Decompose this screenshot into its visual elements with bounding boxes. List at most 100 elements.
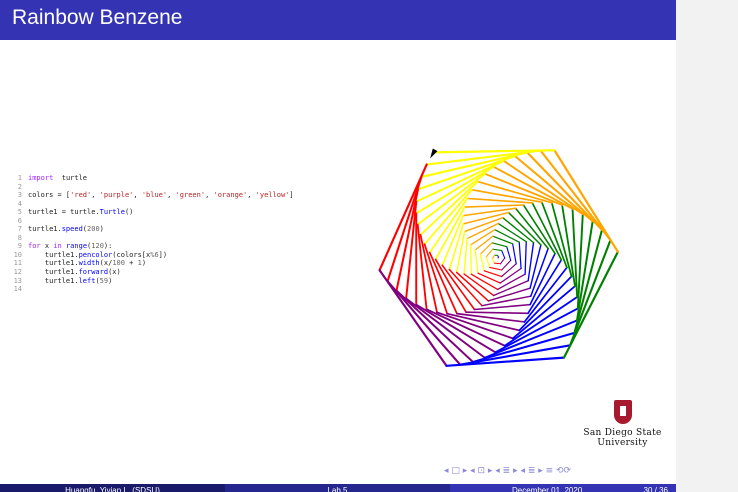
spiral-segment [501, 250, 506, 259]
code-line-number: 2 [17, 182, 22, 191]
code-token: ) [99, 225, 104, 234]
code-token: x [40, 242, 54, 251]
code-line-number: 11 [13, 259, 22, 268]
code-token: , [205, 191, 214, 200]
code-line: 6 [10, 217, 294, 226]
code-token: 100 [112, 259, 125, 268]
spiral-segment [485, 248, 494, 258]
code-line: 8 [10, 234, 294, 243]
code-token: + [124, 259, 138, 268]
code-token: turtle1. [28, 250, 79, 259]
code-token: Turtle [99, 208, 125, 217]
code-token: 200 [87, 225, 100, 234]
spiral-segment [492, 248, 503, 252]
code-token: , [91, 191, 100, 200]
code-token: range [61, 242, 88, 251]
spiral-segment [511, 285, 576, 340]
code-line-number: 9 [17, 242, 22, 251]
code-line-number: 3 [17, 191, 22, 200]
code-token: forward [78, 268, 109, 277]
spiral-segment [416, 154, 516, 191]
code-token: 'yellow' [255, 191, 290, 200]
code-token: turtle1 = turtle. [28, 208, 100, 217]
code-token: 'purple' [99, 191, 134, 200]
code-line-number: 4 [17, 199, 22, 208]
code-line-number: 7 [17, 225, 22, 234]
spiral-segment [491, 258, 495, 264]
spiral-segment [455, 230, 466, 274]
spiral-segment [455, 271, 490, 302]
spiral-segment [499, 257, 506, 265]
turtle-spiral-drawing [378, 148, 619, 367]
code-token: , [167, 191, 176, 200]
logo-line2: University [597, 438, 648, 448]
spiral-segment [416, 223, 428, 311]
code-line: 12 turtle1.forward(x) [10, 268, 294, 277]
code-token: %6 [150, 250, 159, 259]
code-token: left [78, 276, 96, 285]
code-token: ) [108, 276, 113, 285]
code-line: 2 [10, 183, 294, 192]
spiral-segment [378, 163, 428, 272]
spiral-segment [419, 180, 479, 236]
spiral-segment [524, 241, 527, 275]
spiral-segment [499, 267, 522, 284]
spiral-segment [506, 246, 512, 261]
footer-date-page: December 01, 2020 30 / 36 [450, 484, 676, 492]
code-line-number: 8 [17, 233, 22, 242]
code-token: ) [141, 259, 147, 268]
code-token: , [133, 191, 142, 200]
code-token: ] [289, 191, 294, 200]
code-token: , [247, 191, 256, 200]
footer-author: Huangfu, Yiyian L. (SDSU) [0, 484, 225, 492]
university-logo: San Diego State University [575, 400, 670, 448]
code-token: turtle [53, 174, 88, 182]
footer: Huangfu, Yiyian L. (SDSU) Lab 5 December… [0, 484, 676, 492]
code-line: 1 import turtle [10, 174, 294, 183]
spiral-segment [378, 269, 448, 367]
beamer-navigation-icons[interactable]: ◂ □ ▸ ◂ ⊡ ▸ ◂ ≣ ▸ ◂ ≣ ▸ ≡ ⟲⟳ [444, 466, 571, 476]
code-token: turtle1. [28, 225, 62, 234]
spiral-segment [465, 311, 529, 315]
footer-page: 30 / 36 [643, 486, 668, 492]
code-line-number: 12 [13, 268, 22, 277]
spiral-segment [512, 243, 517, 265]
spiral-segment [420, 151, 529, 178]
code-line-number: 10 [13, 250, 22, 259]
spiral-segment [463, 237, 468, 275]
sdsu-crest-icon [613, 400, 632, 424]
spiral-segment [441, 264, 476, 311]
code-token: (x) [108, 268, 121, 277]
spiral-segment [474, 235, 494, 251]
slide: Rainbow Benzene 1 import turtle 2 3 colors =… [0, 0, 676, 492]
code-token: 'red' [70, 191, 92, 200]
spiral-segment [501, 263, 517, 278]
code-line: 9 for x in range(120): [10, 242, 294, 251]
code-token: 'orange' [213, 191, 248, 200]
spiral-segment [395, 188, 420, 292]
code-token: speed [61, 225, 83, 234]
spiral-segment [386, 280, 462, 366]
code-token: ): [103, 242, 113, 251]
code-token: pencolor [78, 250, 113, 259]
logo-line1: San Diego State [583, 428, 662, 438]
code-listing: 1 import turtle 2 3 colors = ['red', 'purple… [10, 174, 294, 294]
footer-topic: Lab 5 [225, 484, 450, 492]
code-token: 'green' [175, 191, 206, 200]
code-token: in [53, 242, 62, 251]
code-line-number: 6 [17, 216, 22, 225]
code-line-number: 14 [13, 285, 22, 294]
page-gutter [676, 0, 738, 492]
code-token: turtle1. [28, 259, 79, 268]
code-token: 59 [99, 276, 109, 285]
spiral-segment [491, 242, 508, 248]
spiral-segment [493, 262, 501, 265]
code-line: 13 turtle1.left(59) [10, 277, 294, 286]
footer-date: December 01, 2020 [512, 486, 583, 492]
code-line-number: 13 [13, 276, 22, 285]
code-line-number: 5 [17, 208, 22, 217]
spiral-segment [434, 258, 467, 313]
code-line-number: 1 [17, 174, 22, 182]
code-line: 7 turtle1.speed(200) [10, 225, 294, 234]
spiral-segment [415, 159, 505, 203]
